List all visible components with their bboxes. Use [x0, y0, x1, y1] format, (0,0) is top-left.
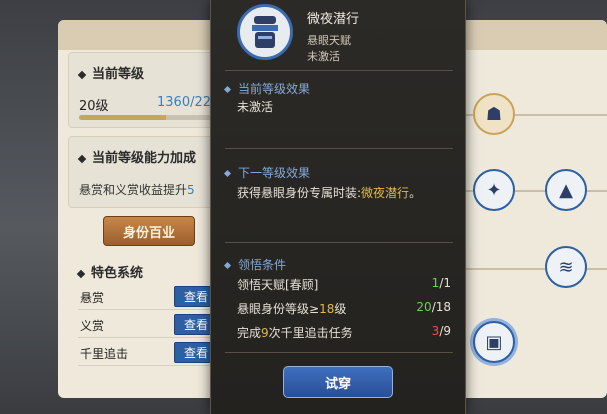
- feature-label: 义赏: [80, 319, 105, 333]
- diamond-icon: [77, 154, 87, 163]
- next-effect-body: 获得悬眼身份专属时装:微夜潜行。: [237, 186, 422, 200]
- feature-system-title: 特色系统: [76, 262, 143, 281]
- current-effect-body: 未激活: [237, 100, 274, 114]
- talent-node-ninja-icon[interactable]: ✦: [473, 169, 515, 211]
- talent-node-swirl-icon[interactable]: ≋: [545, 246, 587, 288]
- talent-detail-popup: 微夜潜行 悬眼天赋 未激活 当前等级效果 未激活 下一等级效果 获得悬眼身份专属…: [210, 0, 466, 414]
- costume-portrait-icon: [237, 4, 293, 60]
- ability-bonus-text: 悬赏和义赏收益提升5: [79, 183, 195, 197]
- condition-progress: 1/1: [431, 276, 451, 290]
- divider: [225, 242, 453, 243]
- condition-progress: 3/9: [431, 324, 451, 338]
- current-effect-title: 当前等级效果: [223, 80, 310, 97]
- diamond-icon: [223, 169, 232, 178]
- feature-label: 千里追击: [80, 347, 129, 361]
- condition-label: 悬眼身份等级≥18级: [237, 302, 347, 316]
- condition-label: 完成9次千里追击任务: [237, 326, 353, 340]
- talent-node-mask-icon[interactable]: ▲: [545, 169, 587, 211]
- conditions-title: 领悟条件: [223, 256, 286, 273]
- diamond-icon: [223, 261, 232, 270]
- identity-hundred-trades-button[interactable]: 身份百业: [103, 216, 195, 246]
- level-card: 当前等级 20级 1360/220: [68, 52, 219, 128]
- divider: [225, 148, 453, 149]
- next-effect-title: 下一等级效果: [223, 164, 310, 181]
- level-progress-bar: [79, 115, 219, 120]
- talent-node-armor-icon[interactable]: ▣: [473, 321, 515, 363]
- current-level: 20级: [79, 99, 109, 114]
- left-info-panel: 当前等级 20级 1360/220 当前等级能力加成 悬赏和义赏收益提升5 身份…: [68, 52, 219, 378]
- divider: [225, 70, 453, 71]
- try-on-button[interactable]: 试穿: [283, 366, 393, 398]
- divider: [225, 352, 453, 353]
- talent-status: 未激活: [307, 50, 340, 63]
- diamond-icon: [77, 70, 87, 79]
- feature-row-pursuit: 千里追击 查看: [78, 340, 218, 366]
- condition-progress: 20/18: [416, 300, 451, 314]
- ability-card: 当前等级能力加成 悬赏和义赏收益提升5: [68, 136, 218, 208]
- diamond-icon: [223, 85, 232, 94]
- talent-node-hat-icon[interactable]: ☗: [473, 93, 515, 135]
- condition-label: 领悟天赋[春顾]: [237, 278, 319, 292]
- level-progress-fill: [79, 115, 166, 120]
- feature-label: 悬赏: [80, 291, 105, 305]
- level-card-title: 当前等级: [77, 63, 144, 82]
- feature-row-righteous-bounty: 义赏 查看: [78, 312, 218, 338]
- ability-card-title: 当前等级能力加成: [77, 147, 196, 166]
- feature-row-bounty: 悬赏 查看: [78, 284, 218, 310]
- talent-type: 悬眼天赋: [307, 34, 351, 47]
- diamond-icon: [76, 269, 86, 278]
- talent-name: 微夜潜行: [307, 12, 360, 27]
